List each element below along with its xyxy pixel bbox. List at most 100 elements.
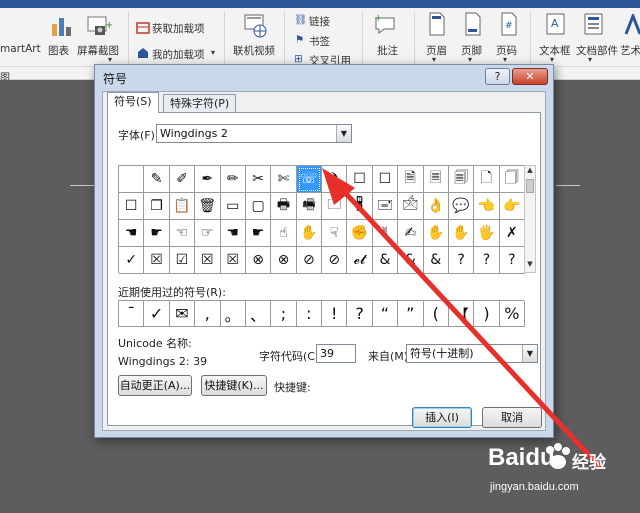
char-code-input[interactable]: 39 (316, 344, 356, 363)
symbol-cell[interactable]: ☟ (322, 220, 348, 247)
symbol-cell[interactable]: ▭ (220, 193, 246, 220)
symbol-cell[interactable]: ✌ (372, 220, 399, 247)
recent-symbol-cell[interactable]: ; (271, 301, 297, 327)
page-number-dropdown-icon[interactable]: ▾ (503, 55, 507, 64)
symbol-cell[interactable]: ☝ (271, 220, 297, 247)
recent-symbol-cell[interactable]: ! (322, 301, 348, 327)
symbol-cell[interactable]: ☚ (220, 220, 246, 247)
header-button[interactable]: 页眉 (426, 43, 447, 58)
text-box-dropdown-icon[interactable]: ▾ (550, 55, 554, 64)
symbol-cell[interactable]: 👌 (423, 193, 449, 220)
symbol-cell[interactable]: ✂ (245, 166, 272, 193)
symbol-cell[interactable]: 🗎 (398, 166, 424, 193)
symbol-grid[interactable]: ✎ ✐ ✒ ✏ ✂ ✄ ☏ ❩ ☐ ☐ 🗎 🗏 🗐 🗋 🗍 ☐ ❐ 📋 🗑 ▭ ▢ 🖶 🖷 🗀 🖁 🖃 🖄 👌 💬 👈 👉 ☚ ☛ ☜ ☞ ☚ ☛ ☝ ✋ ☟… (118, 165, 525, 274)
scroll-down-icon[interactable]: ▼ (525, 260, 535, 272)
bookmark-button[interactable]: 书签 (309, 34, 330, 49)
smartart-button[interactable]: martArt (0, 43, 41, 55)
symbol-cell[interactable]: ☐ (347, 166, 373, 193)
from-select[interactable]: 符号(十进制) ▼ (406, 344, 538, 363)
symbol-cell[interactable]: 🖁 (347, 193, 373, 220)
quick-parts-dropdown-icon[interactable]: ▾ (588, 55, 592, 64)
symbol-cell[interactable]: ✍ (398, 220, 424, 247)
symbol-cell[interactable]: 🗍 (499, 166, 525, 193)
symbol-cell[interactable]: ☑ (169, 247, 196, 274)
symbol-cell[interactable]: ☐ (372, 166, 399, 193)
recent-symbol-cell[interactable]: ✓ (144, 301, 170, 327)
symbol-grid-scrollbar[interactable]: ▲ ▼ (524, 165, 536, 273)
online-video-button[interactable]: 联机视频 (233, 43, 275, 58)
my-addins-dropdown-icon[interactable]: ▾ (211, 48, 215, 57)
comment-button[interactable]: 批注 (377, 43, 398, 58)
symbol-cell[interactable]: ✒ (195, 166, 221, 193)
footer-dropdown-icon[interactable]: ▾ (468, 55, 472, 64)
my-addins-button[interactable]: 我的加载项 (152, 47, 205, 62)
symbol-cell[interactable]: ✏ (220, 166, 246, 193)
recent-symbol-cell[interactable]: ” (398, 301, 424, 327)
symbol-cell[interactable]: 𝓮𝓽 (347, 247, 373, 274)
symbol-cell[interactable]: & (398, 247, 424, 274)
symbol-cell[interactable]: ⊘ (296, 247, 322, 274)
symbol-cell[interactable]: ☒ (195, 247, 221, 274)
chevron-down-icon[interactable]: ▼ (336, 125, 351, 142)
symbol-cell[interactable]: 👉 (499, 193, 525, 220)
symbol-cell[interactable]: ❩ (322, 166, 348, 193)
get-addins-button[interactable]: 获取加载项 (152, 21, 205, 36)
font-select[interactable]: Wingdings 2 ▼ (156, 124, 352, 143)
scroll-thumb[interactable] (526, 179, 534, 193)
symbol-cell[interactable]: ? (448, 247, 475, 274)
symbol-cell[interactable]: ☒ (144, 247, 170, 274)
screenshot-dropdown-icon[interactable]: ▾ (108, 55, 112, 64)
recent-symbol-cell[interactable]: ) (474, 301, 500, 327)
quick-parts-button[interactable]: 文档部件 (576, 43, 618, 58)
wordart-button[interactable]: 艺术 (620, 43, 640, 58)
symbol-cell[interactable]: ☛ (144, 220, 170, 247)
link-button[interactable]: 链接 (309, 14, 330, 29)
recent-symbol-cell[interactable]: ? (347, 301, 373, 327)
symbol-cell[interactable]: ☛ (245, 220, 272, 247)
symbol-cell[interactable]: ⊘ (322, 247, 348, 274)
tab-symbols[interactable]: 符号(S) (107, 92, 159, 113)
insert-button[interactable]: 插入(I) (412, 407, 472, 428)
symbol-cell[interactable]: 📋 (169, 193, 196, 220)
symbol-cell[interactable]: ☒ (220, 247, 246, 274)
tab-special-characters[interactable]: 特殊字符(P) (163, 94, 237, 113)
symbol-cell[interactable]: ☜ (169, 220, 196, 247)
dialog-titlebar[interactable]: 符号 ? ✕ (95, 65, 553, 89)
symbol-cell[interactable]: 💬 (448, 193, 475, 220)
symbol-cell[interactable]: 🖶 (271, 193, 297, 220)
autocorrect-button[interactable]: 自动更正(A)... (118, 375, 192, 396)
symbol-cell[interactable]: ⊗ (271, 247, 297, 274)
recent-symbol-cell[interactable]: , (195, 301, 221, 327)
symbol-cell[interactable]: 🖃 (372, 193, 399, 220)
recent-symbol-cell[interactable]: 。 (220, 301, 246, 327)
symbol-cell[interactable]: 🗐 (448, 166, 475, 193)
symbol-cell[interactable]: ✐ (169, 166, 196, 193)
recent-symbol-cell[interactable]: 【 (448, 301, 475, 327)
symbol-cell[interactable]: 🖐 (474, 220, 500, 247)
recent-symbol-cell[interactable]: 、 (245, 301, 272, 327)
symbol-cell[interactable]: ? (499, 247, 525, 274)
symbol-cell[interactable]: 👈 (474, 193, 500, 220)
close-button[interactable]: ✕ (512, 68, 548, 85)
text-box-button[interactable]: 文本框 (539, 43, 571, 58)
symbol-cell[interactable]: ✋ (423, 220, 449, 247)
symbol-cell[interactable]: & (423, 247, 449, 274)
symbol-cell[interactable]: ✊ (347, 220, 373, 247)
symbol-cell[interactable]: 🗀 (322, 193, 348, 220)
symbol-cell[interactable]: 🗋 (474, 166, 500, 193)
chevron-down-icon[interactable]: ▼ (522, 345, 537, 362)
scroll-up-icon[interactable]: ▲ (525, 166, 535, 178)
symbol-cell[interactable]: 🖷 (296, 193, 322, 220)
symbol-cell[interactable]: ✓ (119, 247, 145, 274)
symbol-cell[interactable]: 🗑 (195, 193, 221, 220)
chart-button[interactable]: 图表 (48, 43, 69, 58)
header-dropdown-icon[interactable]: ▾ (432, 55, 436, 64)
symbol-cell[interactable]: & (372, 247, 399, 274)
symbol-cell[interactable]: ✄ (271, 166, 297, 193)
symbol-cell[interactable]: ☞ (195, 220, 221, 247)
symbol-cell[interactable]: ✋ (296, 220, 322, 247)
recent-symbol-cell[interactable]: ( (423, 301, 449, 327)
symbol-cell[interactable]: ☐ (119, 193, 145, 220)
symbol-cell[interactable]: ⊗ (245, 247, 272, 274)
shortcut-key-button[interactable]: 快捷键(K)... (201, 375, 267, 396)
